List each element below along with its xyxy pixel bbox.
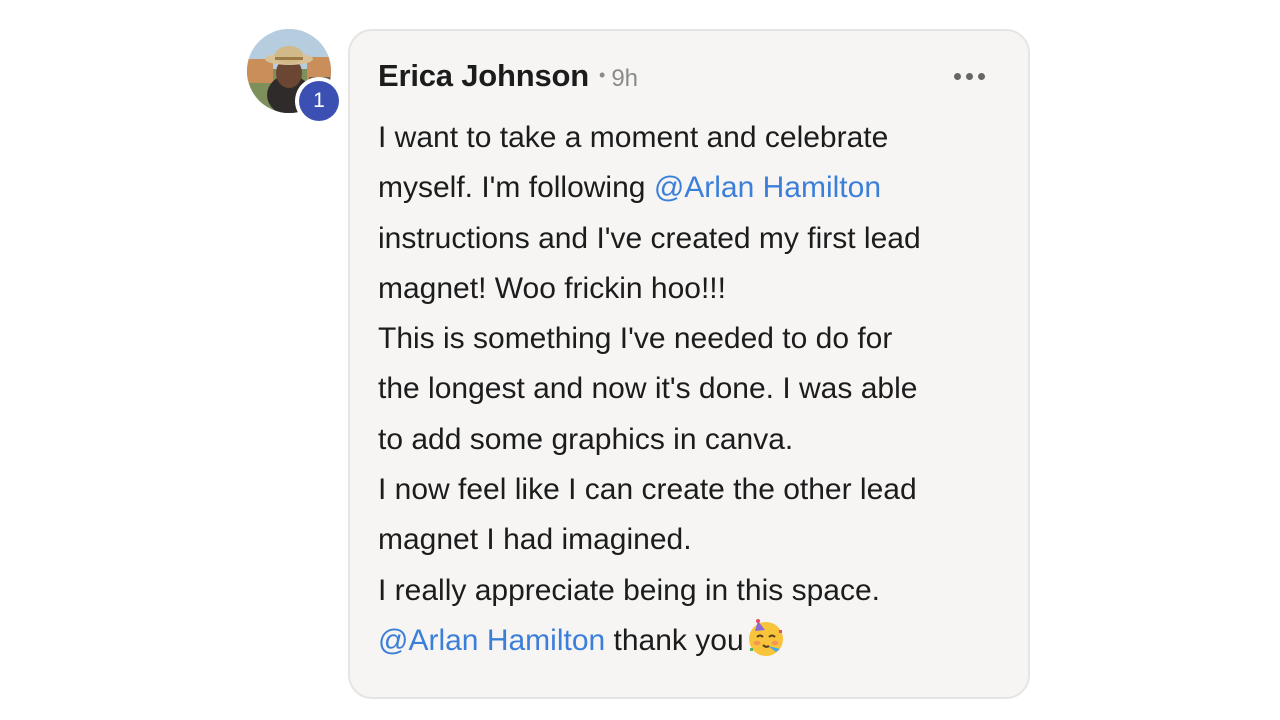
post-text-segment: myself. I'm following bbox=[378, 171, 654, 205]
post-text-line: magnet I had imagined. bbox=[378, 523, 692, 557]
more-horizontal-icon bbox=[954, 73, 961, 80]
partying-face-emoji-icon bbox=[746, 618, 786, 674]
separator-dot: • bbox=[599, 65, 606, 85]
author-avatar-container[interactable]: 1 bbox=[247, 29, 339, 121]
post-text-line: @Arlan Hamilton thank you bbox=[378, 616, 1018, 674]
more-options-button[interactable] bbox=[954, 69, 986, 83]
post-text-line: instructions and I've created my first l… bbox=[378, 221, 921, 255]
post-text-segment: thank you bbox=[605, 623, 744, 657]
post-text-line: I really appreciate being in this space. bbox=[378, 573, 880, 607]
post-text-line: This is something I've needed to do for bbox=[378, 322, 893, 356]
post-timestamp[interactable]: 9h bbox=[611, 65, 638, 93]
more-horizontal-icon-dot bbox=[978, 73, 985, 80]
post-text-line: magnet! Woo frickin hoo!!! bbox=[378, 271, 726, 305]
post-text-line: I want to take a moment and celebrate bbox=[378, 121, 889, 154]
more-horizontal-icon-dot bbox=[966, 73, 973, 80]
post: 1 Erica Johnson • 9h I want to take a mo… bbox=[0, 0, 1280, 720]
post-header: Erica Johnson • 9h bbox=[378, 58, 638, 94]
author-name[interactable]: Erica Johnson bbox=[378, 58, 589, 94]
post-text-line: I now feel like I can create the other l… bbox=[378, 473, 917, 507]
post-text-line: myself. I'm following @Arlan Hamilton bbox=[378, 163, 1018, 213]
mention-link[interactable]: @Arlan Hamilton bbox=[654, 171, 881, 204]
notification-badge: 1 bbox=[299, 81, 339, 121]
post-text-line: to add some graphics in canva. bbox=[378, 422, 794, 456]
post-text-line: the longest and now it's done. I was abl… bbox=[378, 372, 918, 406]
post-card: Erica Johnson • 9h I want to take a mome… bbox=[348, 29, 1030, 699]
mention-link[interactable]: @Arlan Hamilton bbox=[378, 624, 605, 657]
post-body: I want to take a moment and celebrate my… bbox=[378, 113, 1018, 674]
